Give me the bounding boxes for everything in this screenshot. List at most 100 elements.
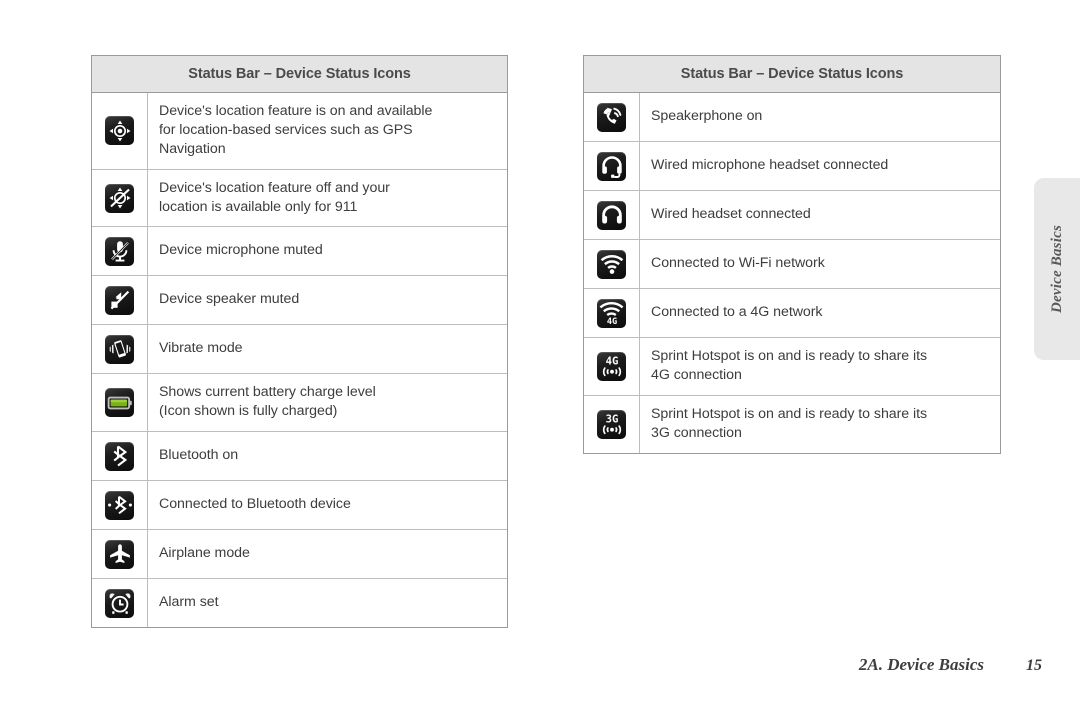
svg-text:4G: 4G (606, 317, 616, 325)
footer-page-number: 15 (1026, 657, 1042, 674)
description-line: location is available only for 911 (159, 198, 358, 215)
description-cell: Device speaker muted (148, 276, 507, 324)
description-cell: Wired headset connected (640, 191, 1000, 239)
bluetooth-on-icon (105, 441, 134, 471)
table-row: 3G Sprint Hotspot is on and is ready to … (584, 394, 1000, 453)
description-line: Connected to Wi-Fi network (651, 255, 825, 272)
icon-cell (92, 227, 148, 276)
svg-text:3G: 3G (605, 414, 618, 426)
description-cell: Connected to Wi-Fi network (640, 240, 1000, 288)
description-line: Bluetooth on (159, 447, 239, 464)
icon-cell (92, 481, 148, 530)
table-row: 4G Connected to a 4G network (584, 288, 1000, 337)
table-row: Device microphone muted (92, 226, 507, 276)
description-cell: Device microphone muted (148, 227, 507, 275)
description-line: Alarm set (159, 594, 219, 611)
icon-cell (584, 240, 640, 288)
description-line: Vibrate mode (159, 340, 243, 357)
description-line: Device microphone muted (159, 242, 323, 259)
description-line: Sprint Hotspot is on and is ready to sha… (651, 348, 928, 364)
description-line: Wired headset connected (651, 206, 811, 223)
gps-location-on-icon (105, 116, 134, 146)
vibrate-mode-icon (105, 334, 134, 364)
airplane-mode-icon (105, 539, 134, 569)
table-row: Shows current battery charge level (Icon … (92, 373, 507, 432)
description-line: (Icon shown is fully charged) (159, 403, 338, 420)
table-row: Connected to Wi-Fi network (584, 239, 1000, 288)
left-table-header: Status Bar – Device Status Icons (92, 56, 507, 93)
icon-cell (92, 169, 148, 227)
right-table-body: Speakerphone on Wired microphone headset… (584, 93, 1000, 453)
description-line: Speakerphone on (651, 108, 763, 125)
description-cell: Shows current battery charge level (Icon … (148, 374, 507, 431)
table-row: Wired headset connected (584, 190, 1000, 239)
icon-cell (92, 579, 148, 628)
icon-cell (92, 93, 148, 169)
description-cell: Device's location feature off and your lo… (148, 170, 507, 227)
icon-cell (92, 432, 148, 481)
description-cell: Speakerphone on (640, 93, 1000, 141)
page-footer: 2A. Device Basics 15 (0, 655, 1042, 675)
description-cell: Vibrate mode (148, 325, 507, 373)
table-row: Connected to Bluetooth device (92, 480, 507, 530)
description-line: for location-based services such as GPS (159, 121, 413, 138)
battery-full-icon (105, 388, 134, 418)
icon-cell (92, 530, 148, 579)
description-cell: Airplane mode (148, 530, 507, 578)
description-cell: Bluetooth on (148, 432, 507, 480)
alarm-clock-icon (105, 588, 134, 618)
gps-location-off-icon (105, 183, 134, 213)
chapter-side-tab: Device Basics (1034, 178, 1080, 360)
microphone-muted-icon (105, 236, 134, 266)
description-line: Connected to a 4G network (651, 304, 823, 321)
table-row: Device speaker muted (92, 275, 507, 325)
hotspot-4g-icon: 4G (597, 351, 626, 381)
bluetooth-connected-icon (105, 490, 134, 520)
description-line: Device's location feature off and your (159, 179, 390, 196)
icon-cell (584, 191, 640, 239)
left-table-body: Device's location feature is on and avai… (92, 93, 507, 628)
description-line: Device's location feature is on and avai… (159, 103, 433, 119)
document-page: Device Basics Status Bar – Device Status… (0, 0, 1080, 720)
table-row: Speakerphone on (584, 93, 1000, 141)
description-cell: Device's location feature is on and avai… (148, 93, 507, 169)
footer-chapter-title: 2A. Device Basics (858, 655, 984, 674)
description-line: Device speaker muted (159, 291, 300, 308)
description-line: Shows current battery charge level (159, 384, 376, 401)
svg-text:4G: 4G (605, 356, 618, 368)
description-line: Airplane mode (159, 545, 250, 562)
icon-cell (584, 93, 640, 141)
description-line: Sprint Hotspot is on and is ready to sha… (651, 405, 928, 422)
speaker-muted-icon (105, 285, 134, 315)
table-row: Bluetooth on (92, 431, 507, 481)
wifi-connected-icon (597, 249, 626, 279)
description-line: 3G connection (651, 424, 742, 441)
table-row: Wired microphone headset connected (584, 141, 1000, 190)
icon-cell (92, 374, 148, 432)
description-cell: Alarm set (148, 579, 507, 627)
wired-headset-icon (597, 200, 626, 230)
description-cell: Connected to a 4G network (640, 289, 1000, 337)
table-row: Airplane mode (92, 529, 507, 579)
icon-cell (584, 142, 640, 190)
side-tab-label: Device Basics (1048, 225, 1065, 313)
description-cell: Sprint Hotspot is on and is ready to sha… (640, 338, 1000, 395)
wifi-4g-connected-icon: 4G (597, 298, 626, 328)
table-row: Alarm set (92, 578, 507, 628)
left-status-icons-table: Status Bar – Device Status Icons Device'… (91, 55, 508, 629)
wired-mic-headset-icon (597, 151, 626, 181)
speakerphone-on-icon (597, 102, 626, 132)
description-line: Navigation (159, 140, 226, 157)
icon-cell: 4G (584, 338, 640, 395)
table-row: Device's location feature is on and avai… (92, 93, 507, 169)
right-table-header: Status Bar – Device Status Icons (584, 56, 1000, 93)
description-cell: Connected to Bluetooth device (148, 481, 507, 529)
description-line: 4G connection (651, 366, 742, 383)
table-row: Vibrate mode (92, 324, 507, 374)
icon-cell: 3G (584, 395, 640, 453)
icon-cell: 4G (584, 289, 640, 337)
right-status-icons-table: Status Bar – Device Status Icons Speaker… (583, 55, 1001, 454)
table-row: 4G Sprint Hotspot is on and is ready to … (584, 337, 1000, 395)
icon-cell (92, 325, 148, 374)
description-cell: Wired microphone headset connected (640, 142, 1000, 190)
